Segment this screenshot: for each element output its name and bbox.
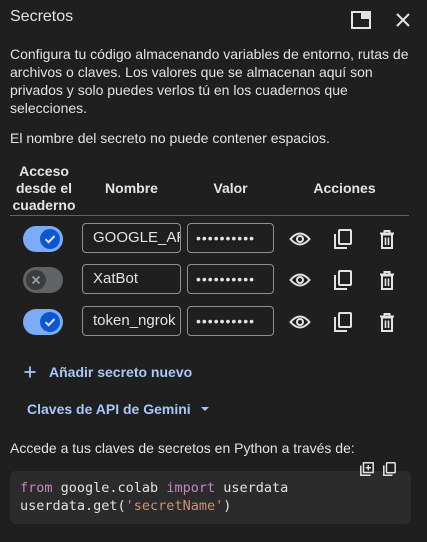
caret-down-icon [200, 407, 209, 411]
secret-name-input[interactable]: XatBot [82, 264, 181, 294]
delete-icon[interactable] [375, 268, 399, 292]
secret-name-input[interactable]: GOOGLE_API_KEY [82, 223, 181, 253]
check-icon [40, 312, 60, 332]
dialog-header: Secretos [0, 0, 427, 38]
secret-value-input[interactable]: •••••••••• [187, 306, 274, 336]
code-keyword: import [166, 480, 216, 496]
gemini-api-keys-dropdown[interactable]: Claves de API de Gemini [27, 400, 210, 418]
code-text: google.colab [52, 480, 167, 496]
add-secret-button[interactable]: Añadir secreto nuevo [24, 362, 192, 382]
code-text: userdata.get( [20, 498, 126, 514]
table-divider [10, 215, 409, 216]
secret-value-input[interactable]: •••••••••• [187, 264, 274, 294]
table-row: GOOGLE_API_KEY •••••••••• [0, 218, 427, 260]
secret-value-input[interactable]: •••••••••• [187, 223, 274, 253]
access-header-line: Acceso [19, 163, 69, 179]
code-keyword: from [20, 480, 53, 496]
notebook-access-toggle[interactable] [23, 226, 63, 252]
x-icon [26, 270, 46, 290]
table-row: XatBot •••••••••• [0, 259, 427, 301]
open-in-panel-icon[interactable] [350, 9, 372, 31]
delete-icon[interactable] [375, 310, 399, 334]
show-value-icon[interactable] [288, 310, 312, 334]
code-line-2: userdata.get('secretName') [20, 498, 231, 514]
check-icon [40, 229, 60, 249]
dialog-title: Secretos [10, 8, 74, 25]
code-string: 'secretName' [125, 498, 224, 514]
name-rule-note: El nombre del secreto no puede contener … [10, 130, 330, 146]
code-text: userdata [215, 480, 289, 496]
column-header-actions: Acciones [313, 180, 376, 196]
code-actions [356, 458, 400, 480]
notebook-access-toggle[interactable] [23, 309, 63, 335]
secret-name-input[interactable]: token_ngrok [82, 306, 181, 336]
notebook-access-toggle[interactable] [23, 267, 63, 293]
plus-icon [24, 366, 36, 378]
delete-icon[interactable] [375, 227, 399, 251]
intro-text: Configura tu código almacenando variable… [10, 46, 409, 116]
close-icon[interactable] [392, 9, 414, 31]
access-instructions: Accede a tus claves de secretos en Pytho… [10, 440, 355, 456]
copy-code-icon[interactable] [378, 458, 400, 480]
copy-icon[interactable] [331, 268, 355, 292]
code-text: ) [223, 498, 232, 514]
add-secret-label: Añadir secreto nuevo [49, 364, 193, 380]
access-header-line: desde el [15, 180, 73, 196]
insert-code-icon[interactable] [356, 458, 378, 480]
access-header-line: cuaderno [12, 197, 76, 213]
copy-icon[interactable] [331, 227, 355, 251]
gemini-api-keys-label: Claves de API de Gemini [27, 401, 191, 417]
table-row: token_ngrok •••••••••• [0, 301, 427, 343]
column-header-access: Acceso desde el cuaderno [6, 163, 82, 214]
copy-icon[interactable] [331, 310, 355, 334]
code-snippet: from google.colab import userdata userda… [10, 471, 411, 524]
show-value-icon[interactable] [288, 268, 312, 292]
show-value-icon[interactable] [288, 227, 312, 251]
column-header-value: Valor [213, 180, 248, 196]
code-line-1: from google.colab import userdata [20, 480, 288, 496]
column-header-name: Nombre [105, 180, 158, 196]
